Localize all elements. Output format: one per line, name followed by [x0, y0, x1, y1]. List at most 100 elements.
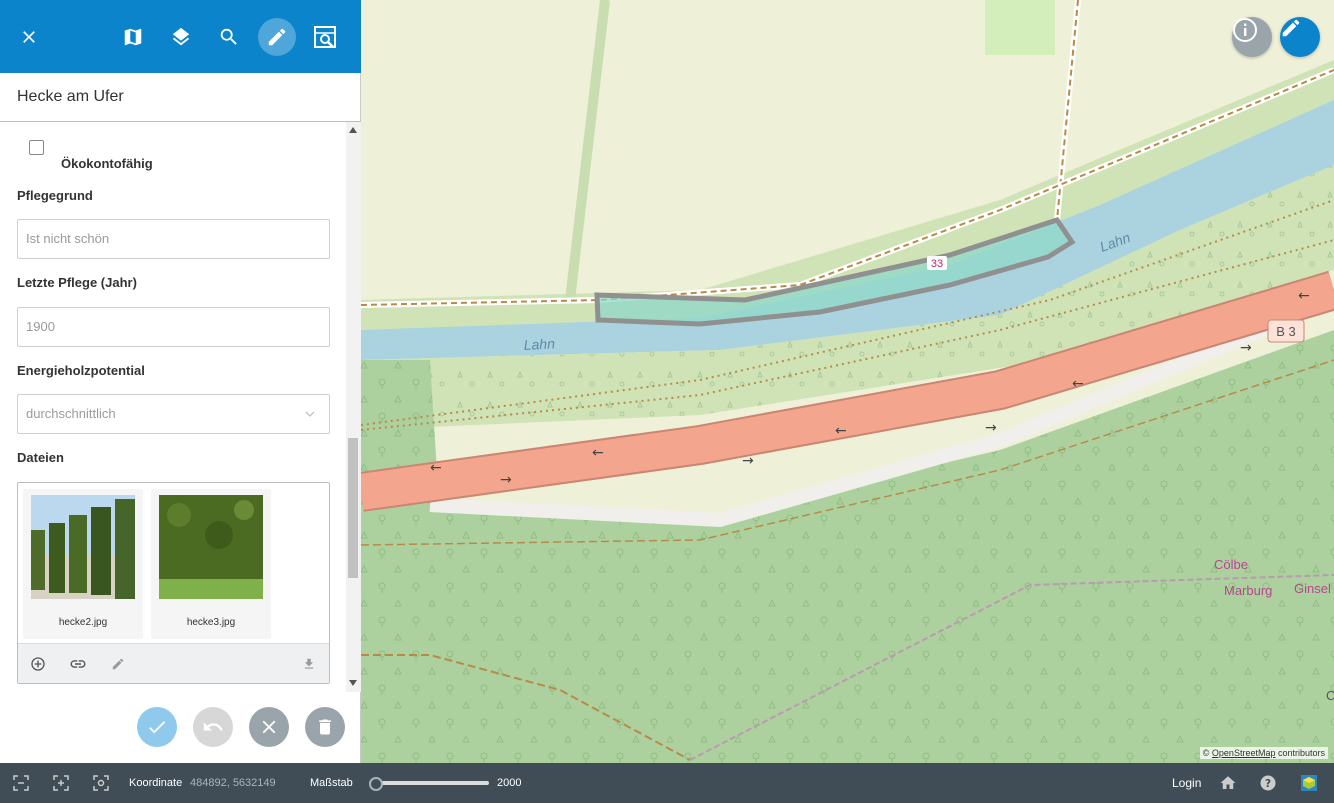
save-button[interactable]: [137, 707, 177, 747]
energieholz-value: durchschnittlich: [26, 406, 116, 421]
svg-text:→: →: [985, 420, 997, 436]
svg-text:?: ?: [1265, 778, 1271, 790]
file-thumbnail: [159, 495, 263, 599]
pflegegrund-input[interactable]: [26, 231, 306, 246]
letzte-pflege-input[interactable]: [26, 319, 306, 334]
help-button[interactable]: ?: [1258, 773, 1278, 793]
side-panel: Hecke am Ufer Ökokontofähig Pflegegrund …: [0, 0, 361, 763]
file-card[interactable]: hecke3.jpg: [151, 489, 271, 639]
login-link[interactable]: Login: [1172, 776, 1201, 790]
energieholz-label: Energieholzpotential: [17, 363, 145, 378]
undo-icon: [203, 722, 223, 731]
delete-button[interactable]: [305, 707, 345, 747]
download-icon: [304, 658, 314, 669]
map-icon: [124, 28, 142, 46]
osm-link[interactable]: OpenStreetMap: [1212, 748, 1276, 758]
zoom-in-icon: [53, 775, 69, 791]
place-label-partial: C: [1326, 688, 1334, 703]
map-search-icon: [314, 26, 336, 48]
grass-patch: [985, 0, 1055, 55]
locate-icon: [93, 775, 109, 791]
scroll-up-arrow[interactable]: [349, 127, 357, 133]
info-button[interactable]: [1232, 17, 1272, 57]
energieholz-select[interactable]: durchschnittlich: [17, 394, 330, 434]
svg-text:→: →: [500, 472, 512, 488]
map-attribution: © OpenStreetMap contributors: [1199, 747, 1328, 759]
map-search-button[interactable]: [306, 18, 344, 56]
add-file-button[interactable]: [28, 654, 48, 674]
link-icon: [70, 660, 86, 668]
qgis-logo-icon: [1301, 775, 1317, 791]
scale-slider[interactable]: [369, 777, 489, 791]
home-icon: [1220, 776, 1236, 789]
edit-map-button[interactable]: [1280, 17, 1320, 57]
scale-slider-track: [369, 781, 489, 785]
add-circle-icon: [31, 657, 45, 671]
svg-text:←: ←: [835, 423, 847, 439]
form-scrollbar[interactable]: [346, 122, 361, 692]
place-label-marburg: Marburg: [1224, 583, 1272, 598]
undo-button[interactable]: [193, 707, 233, 747]
file-thumbnail: [31, 495, 135, 599]
road-shield: B 3: [1267, 319, 1305, 343]
place-label-coelbe: Cölbe: [1214, 557, 1248, 572]
files-toolbar: [18, 643, 329, 683]
svg-text:B 3: B 3: [1276, 324, 1296, 339]
fullscreen-icon: [13, 775, 29, 791]
edit-form: Ökokontofähig Pflegegrund Letzte Pflege …: [0, 122, 346, 692]
pencil-icon: [1282, 19, 1300, 37]
status-bar: Koordinate 484892, 5632149 Maßstab 2000 …: [0, 763, 1334, 803]
scale-slider-handle[interactable]: [369, 777, 383, 791]
cancel-button[interactable]: [249, 707, 289, 747]
svg-text:→: →: [1240, 340, 1252, 356]
svg-text:33: 33: [931, 258, 943, 270]
home-button[interactable]: [1218, 773, 1238, 793]
zoom-extent-button[interactable]: [11, 773, 31, 793]
coordinate-value: 484892, 5632149: [190, 777, 276, 789]
search-button[interactable]: [210, 18, 248, 56]
hedge-image-2: [159, 495, 263, 599]
scale-value: 2000: [497, 777, 522, 789]
svg-text:→: →: [742, 453, 754, 469]
panel-title: Hecke am Ufer: [17, 88, 124, 105]
map-button[interactable]: [114, 18, 152, 56]
trash-icon: [319, 719, 331, 735]
download-file-button[interactable]: [299, 654, 319, 674]
file-name: hecke3.jpg: [186, 617, 236, 628]
letzte-pflege-label: Letzte Pflege (Jahr): [17, 275, 137, 290]
scroll-down-arrow[interactable]: [349, 680, 357, 686]
edit-icon: [268, 28, 286, 46]
zoom-in-button[interactable]: [51, 773, 71, 793]
river-label-2: Lahn: [523, 335, 555, 353]
cancel-icon: [262, 720, 276, 734]
dateien-label: Dateien: [17, 450, 64, 465]
layers-button[interactable]: [162, 18, 200, 56]
close-icon: [23, 31, 35, 43]
svg-text:←: ←: [1298, 288, 1310, 304]
pflegegrund-label: Pflegegrund: [17, 188, 93, 203]
search-icon: [220, 28, 237, 45]
files-box: hecke2.jpg hecke3.jpg: [17, 482, 330, 684]
locate-button[interactable]: [91, 773, 111, 793]
place-label-ginsel: Ginsel: [1294, 581, 1331, 596]
letzte-pflege-field[interactable]: [17, 307, 330, 347]
pflegegrund-field[interactable]: [17, 219, 330, 259]
layers-icon: [172, 27, 190, 46]
panel-title-bar: Hecke am Ufer: [0, 73, 361, 122]
edit-file-button[interactable]: [108, 654, 128, 674]
hedge-image-1: [31, 495, 135, 599]
feature-id-label: 33: [927, 256, 947, 270]
close-panel-button[interactable]: [10, 18, 48, 56]
qgis-logo[interactable]: [1299, 773, 1319, 793]
file-card[interactable]: hecke2.jpg: [23, 489, 143, 639]
scrollbar-thumb[interactable]: [348, 438, 358, 578]
link-file-button[interactable]: [68, 654, 88, 674]
oekokonto-label: Ökokontofähig: [61, 156, 153, 171]
chevron-down-icon: [305, 411, 315, 417]
app-root: ← → ← → ← → ← → ← 33 Lahn Lahn B 3 Cölbe…: [0, 0, 1334, 803]
coordinate-label: Koordinate: [129, 777, 183, 789]
pencil-icon: [112, 658, 124, 670]
oekokonto-checkbox[interactable]: [29, 140, 44, 155]
edit-button[interactable]: [258, 18, 296, 56]
svg-text:←: ←: [1072, 376, 1084, 392]
